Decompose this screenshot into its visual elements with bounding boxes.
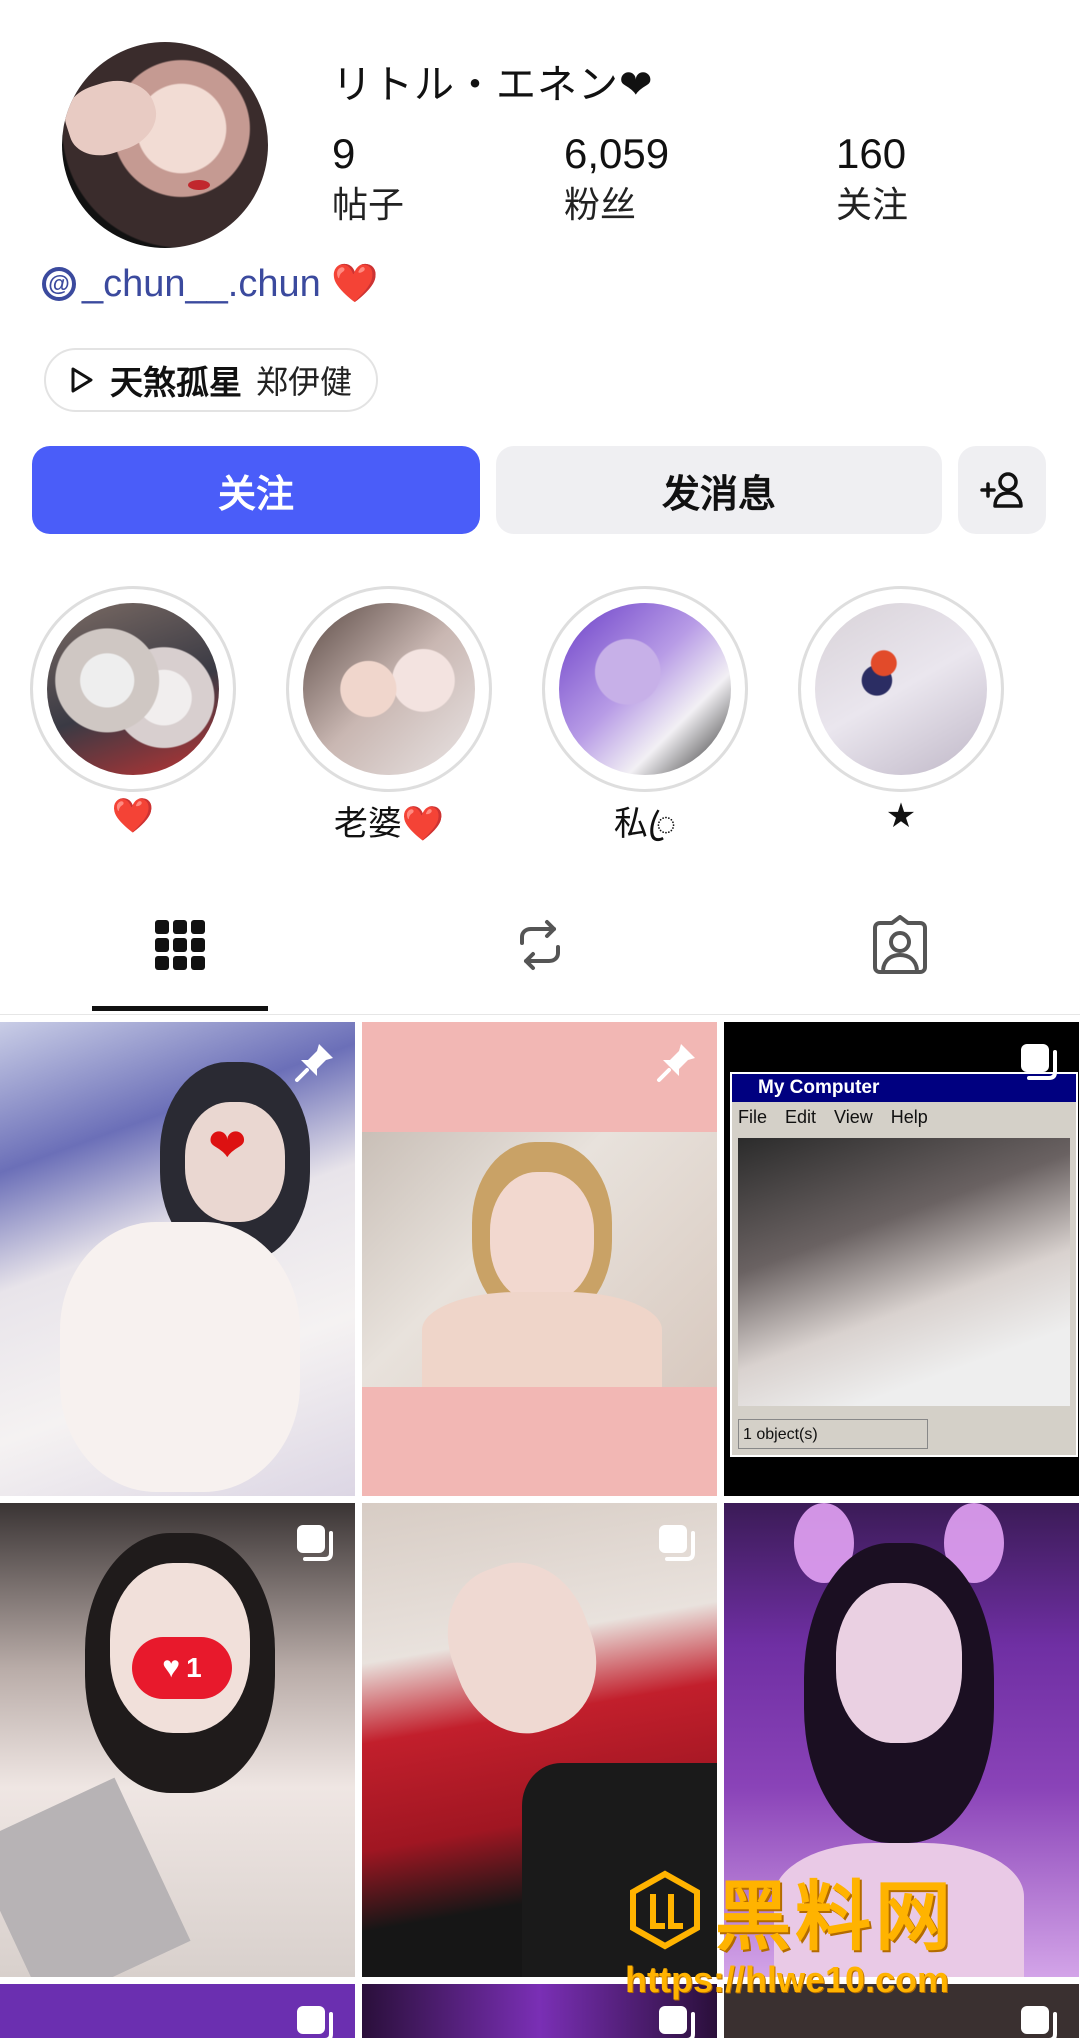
highlight-2[interactable]: [286, 586, 492, 792]
profile-avatar[interactable]: [62, 42, 268, 248]
watermark-logo-icon: [630, 1870, 700, 1950]
stat-following-value: 160: [836, 130, 907, 177]
threads-icon: @: [42, 267, 76, 301]
retro-menu: File Edit View Help: [732, 1102, 1076, 1132]
pinned-icon: [657, 1044, 695, 1082]
post-thumbnail-2[interactable]: [362, 1022, 717, 1496]
stat-following[interactable]: 160 关注: [836, 128, 908, 230]
tab-tagged[interactable]: [840, 900, 960, 990]
highlight-1[interactable]: [30, 586, 236, 792]
retro-menu-help: Help: [890, 1107, 928, 1127]
tab-reposts[interactable]: [480, 900, 600, 990]
retro-menu-view: View: [834, 1107, 873, 1127]
highlight-3[interactable]: [542, 586, 748, 792]
stat-followers-value: 6,059: [564, 130, 670, 177]
post-thumbnail-1[interactable]: ❤: [0, 1022, 355, 1496]
follow-button[interactable]: 关注: [32, 446, 480, 534]
heart-sticker: ❤: [208, 1119, 247, 1171]
retro-window: My Computer File Edit View Help 1 object…: [730, 1072, 1078, 1457]
post-thumbnail-3[interactable]: My Computer File Edit View Help 1 object…: [724, 1022, 1079, 1496]
retro-menu-file: File: [738, 1107, 768, 1127]
threads-handle: _chun__.chun ❤️: [82, 263, 379, 305]
post-thumbnail-4[interactable]: ♥ 1: [0, 1503, 355, 1977]
highlight-4[interactable]: [798, 586, 1004, 792]
tab-divider: [0, 1014, 1080, 1015]
active-tab-indicator: [92, 1006, 268, 1011]
stat-following-label: 关注: [836, 184, 909, 225]
carousel-icon: [297, 1525, 333, 1561]
heart-icon: ♥: [162, 1651, 181, 1684]
retro-menu-edit: Edit: [785, 1107, 817, 1127]
highlight-label-1: ❤️: [111, 797, 155, 835]
stat-posts[interactable]: 9 帖子: [332, 128, 404, 230]
stat-posts-value: 9: [332, 130, 356, 177]
stat-posts-label: 帖子: [332, 184, 405, 225]
watermark-text: 黑料网: [715, 1875, 955, 1960]
music-pill[interactable]: 天煞孤星 郑伊健: [44, 348, 379, 412]
music-song: 天煞孤星: [110, 364, 242, 401]
post-thumbnail-7[interactable]: [0, 1984, 355, 2038]
carousel-icon: [659, 1525, 695, 1561]
profile-name: リトル・エネン❤: [332, 63, 654, 107]
carousel-icon: [297, 2006, 333, 2038]
highlight-label-4: ★: [885, 797, 917, 835]
stat-followers[interactable]: 6,059 粉丝: [564, 128, 669, 230]
carousel-icon: [659, 2006, 695, 2038]
watermark: 黑料网 https://hlwe10.com: [625, 1855, 1065, 2001]
play-icon: [71, 367, 93, 393]
tagged-person-icon: [873, 915, 927, 974]
grid-icon: [155, 920, 205, 970]
retro-status: 1 object(s): [738, 1419, 928, 1449]
threads-link[interactable]: @ _chun__.chun ❤️: [42, 262, 379, 306]
pinned-icon: [295, 1044, 333, 1082]
message-button[interactable]: 发消息: [496, 446, 942, 534]
music-artist: 郑伊健: [256, 364, 353, 400]
like-notification: ♥ 1: [132, 1637, 232, 1699]
repost-icon: [520, 920, 560, 970]
carousel-icon: [1021, 2006, 1057, 2038]
stat-followers-label: 粉丝: [564, 184, 637, 225]
watermark-url: https://hlwe10.com: [625, 1959, 950, 2000]
add-user-icon: [980, 472, 1023, 508]
like-count: 1: [186, 1652, 202, 1683]
suggest-users-button[interactable]: [958, 446, 1046, 534]
highlight-label-2: 老婆❤️: [333, 805, 445, 843]
carousel-icon: [1021, 1044, 1057, 1080]
highlight-label-3: 私ꦿ: [613, 805, 677, 843]
tab-posts-grid[interactable]: [120, 900, 240, 990]
